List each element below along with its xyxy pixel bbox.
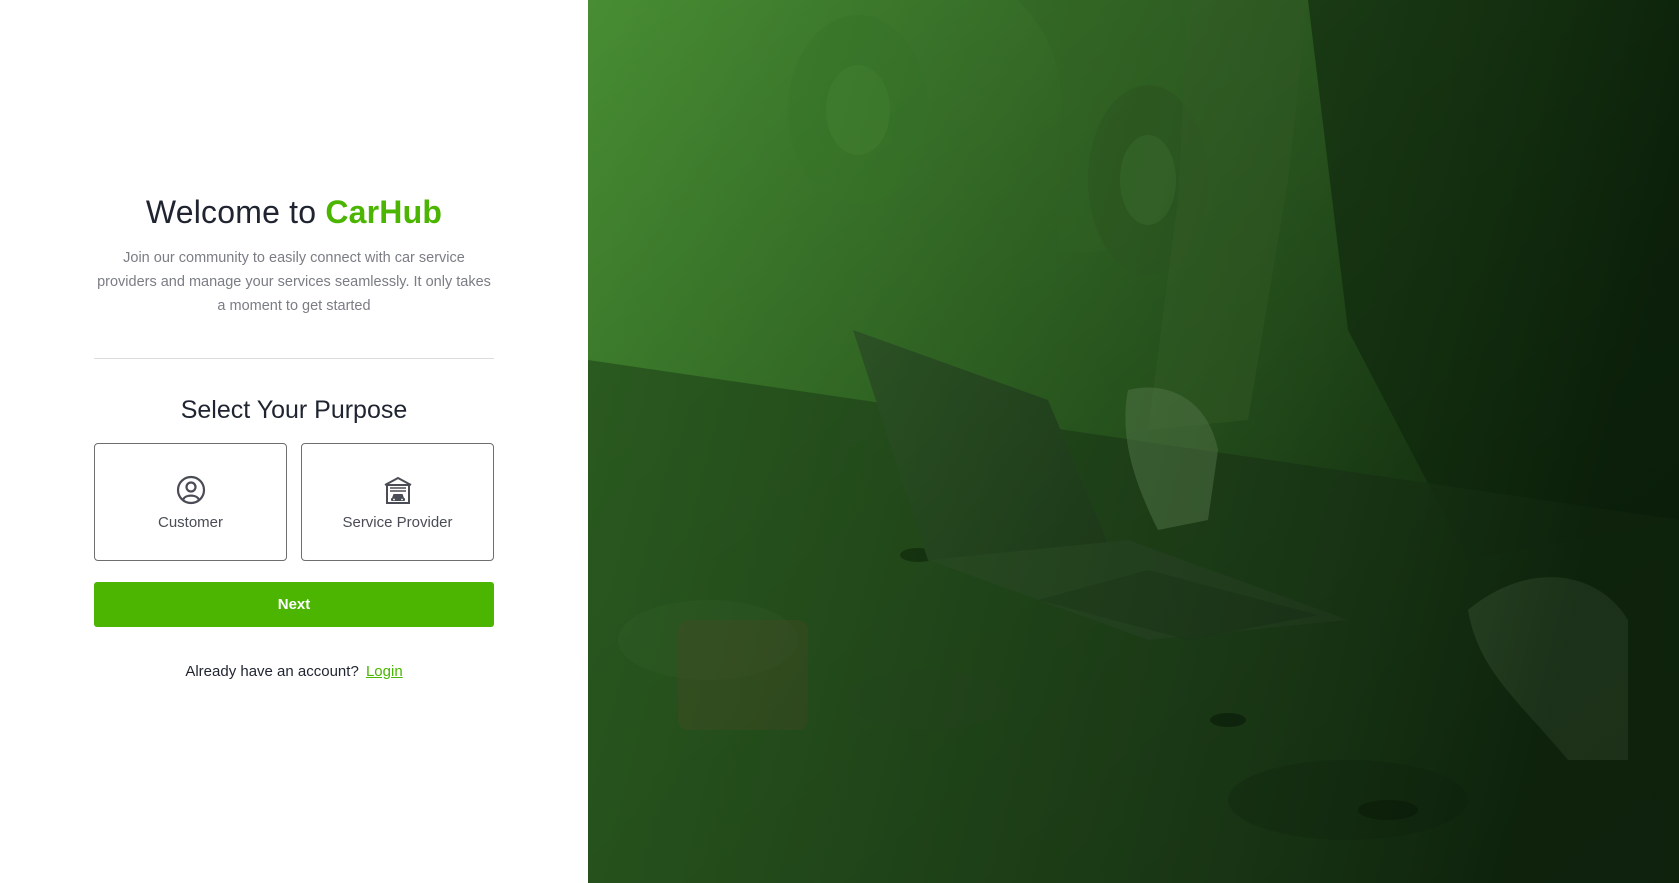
garage-icon (382, 474, 414, 506)
user-circle-icon (175, 474, 207, 506)
service-provider-option[interactable]: Service Provider (301, 443, 494, 561)
hero-image (588, 0, 1679, 883)
welcome-prefix: Welcome to (145, 194, 326, 230)
signup-panel: Welcome to CarHub Join our community to … (0, 0, 588, 883)
section-divider (94, 358, 494, 359)
brand-name: CarHub (325, 194, 443, 230)
purpose-options: Customer Service Provider (94, 443, 494, 561)
customer-option[interactable]: Customer (94, 443, 287, 561)
service-provider-option-label: Service Provider (342, 513, 453, 531)
purpose-title: Select Your Purpose (180, 396, 408, 424)
signup-page: Welcome to CarHub Join our community to … (0, 0, 1679, 883)
purpose-form: Welcome to CarHub Join our community to … (94, 190, 494, 680)
welcome-heading: Welcome to CarHub (94, 190, 494, 234)
login-prompt-text: Already have an account? (185, 663, 359, 680)
login-link[interactable]: Login (366, 663, 403, 680)
welcome-subtitle: Join our community to easily connect wit… (97, 250, 491, 314)
customer-option-label: Customer (157, 513, 224, 531)
next-button[interactable]: Next (94, 582, 494, 627)
login-prompt-row: Already have an account? Login (94, 663, 494, 680)
